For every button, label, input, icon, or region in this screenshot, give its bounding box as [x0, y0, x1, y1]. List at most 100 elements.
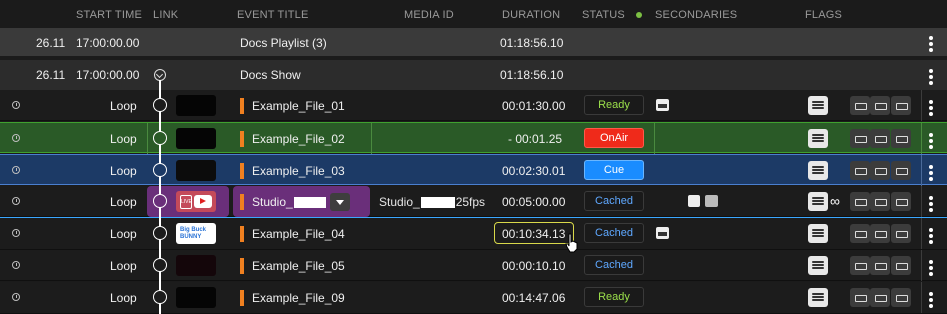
accent-bar — [240, 131, 244, 147]
timeline-node-icon — [153, 131, 167, 145]
clock-icon[interactable] — [12, 101, 20, 109]
timeline-node-icon — [153, 258, 167, 272]
divider — [921, 218, 922, 249]
more-menu-icon[interactable] — [929, 100, 933, 118]
col-link[interactable]: LINK — [153, 9, 178, 21]
no-image-flag-icon[interactable] — [891, 129, 911, 148]
repeat-flag-icon[interactable] — [870, 288, 890, 307]
item-duration: 00:00:10.10 — [502, 259, 566, 273]
playlist-flag-icon[interactable] — [808, 96, 828, 115]
more-menu-icon[interactable] — [929, 196, 933, 214]
playlist-group-row[interactable]: 26.11 17:00:00.00 Docs Playlist (3) 01:1… — [0, 28, 947, 56]
divider — [921, 90, 922, 121]
accent-bar — [240, 226, 244, 242]
clock-icon[interactable] — [12, 166, 20, 174]
playlist-flag-icon[interactable] — [808, 288, 828, 307]
item-title: Studio_ — [252, 195, 327, 209]
clock-icon[interactable] — [12, 261, 20, 269]
code-secondary-icon[interactable] — [688, 195, 700, 207]
clock-icon[interactable] — [12, 293, 20, 301]
clock-icon[interactable] — [12, 229, 20, 237]
playlist-item-row-selected[interactable]: Loop Big Buck BUNNY Example_File_04 00:1… — [0, 218, 947, 250]
divider — [921, 282, 922, 313]
more-menu-icon[interactable] — [929, 36, 933, 54]
timeline-node-icon — [153, 290, 167, 304]
item-mode: Loop — [110, 195, 137, 209]
repeat-flag-icon[interactable] — [870, 256, 890, 275]
playlist-item-row[interactable]: Loop Example_File_09 00:14:47.06 Ready — [0, 282, 947, 314]
item-duration: - 00:01.25 — [508, 132, 563, 146]
col-flags[interactable]: FLAGS — [805, 9, 842, 21]
no-image-flag-icon[interactable] — [891, 161, 911, 180]
playlist-item-row[interactable]: Loop Example_File_05 00:00:10.10 Cached — [0, 250, 947, 281]
more-menu-icon[interactable] — [929, 69, 933, 87]
item-duration: 00:14:47.06 — [502, 291, 566, 305]
repeat-flag-icon[interactable] — [870, 192, 890, 211]
loop-flag-icon[interactable] — [850, 129, 870, 148]
playlist-item-row-onair[interactable]: Loop Example_File_02 - 00:01.25 OnAir — [0, 122, 947, 154]
playlist-flag-icon[interactable] — [808, 256, 828, 275]
playlist-item-row-cue[interactable]: Loop Example_File_03 00:02:30.01 Cue — [0, 154, 947, 186]
clock-icon[interactable] — [12, 197, 20, 205]
media-id: Studio_ 25fps — [379, 195, 486, 209]
status-badge: OnAir — [584, 128, 644, 148]
group-start-time: 17:00:00.00 — [76, 36, 140, 50]
item-mode: Loop — [110, 227, 137, 241]
col-duration[interactable]: DURATION — [502, 9, 560, 21]
status-indicator-dot — [636, 12, 642, 18]
playlist-flag-icon[interactable] — [808, 161, 828, 180]
status-badge: Cached — [584, 223, 644, 243]
accent-bar — [240, 98, 244, 114]
playlist-flag-icon[interactable] — [808, 129, 828, 148]
item-duration: 00:01:30.00 — [502, 99, 566, 113]
item-duration[interactable]: 00:10:34.13 — [502, 227, 565, 241]
thumbnail: Big Buck BUNNY — [176, 223, 216, 244]
thumbnail — [176, 255, 216, 276]
status-badge: Cached — [584, 255, 644, 275]
no-image-flag-icon[interactable] — [891, 256, 911, 275]
more-menu-icon[interactable] — [929, 228, 933, 246]
divider — [921, 186, 922, 217]
timeline-node-icon — [153, 226, 167, 240]
no-image-flag-icon[interactable] — [891, 192, 911, 211]
playlist-flag-icon[interactable] — [808, 224, 828, 243]
item-duration: 00:02:30.01 — [502, 164, 566, 178]
loop-flag-icon[interactable] — [850, 224, 870, 243]
loop-flag-icon[interactable] — [850, 256, 870, 275]
col-status[interactable]: STATUS — [582, 9, 625, 21]
no-image-flag-icon[interactable] — [891, 224, 911, 243]
more-menu-icon[interactable] — [929, 133, 933, 151]
loop-flag-icon[interactable] — [850, 161, 870, 180]
divider — [921, 155, 922, 186]
timeline-node-icon — [153, 194, 167, 208]
repeat-flag-icon[interactable] — [870, 96, 890, 115]
repeat-flag-icon[interactable] — [870, 129, 890, 148]
item-mode: Loop — [110, 164, 137, 178]
playlist-flag-icon[interactable] — [808, 192, 828, 211]
playlist-item-row-live[interactable]: Loop LIVE Studio_ Studio_ 25fps 00:05:00.… — [0, 186, 947, 217]
col-event-title[interactable]: EVENT TITLE — [237, 9, 308, 21]
repeat-flag-icon[interactable] — [870, 224, 890, 243]
loop-flag-icon[interactable] — [850, 96, 870, 115]
no-image-flag-icon[interactable] — [891, 96, 911, 115]
no-image-flag-icon[interactable] — [891, 288, 911, 307]
playlist-item-row[interactable]: Loop Example_File_01 00:01:30.00 Ready — [0, 90, 947, 121]
image-secondary-icon[interactable] — [656, 99, 669, 111]
col-start-time[interactable]: START TIME — [76, 9, 142, 21]
col-media-id[interactable]: MEDIA ID — [404, 9, 454, 21]
loop-flag-icon[interactable] — [850, 288, 870, 307]
loop-flag-icon[interactable] — [850, 192, 870, 211]
infinity-icon[interactable]: ∞ — [830, 194, 840, 208]
repeat-flag-icon[interactable] — [870, 161, 890, 180]
group-duration: 01:18:56.10 — [500, 36, 564, 50]
layers-secondary-icon[interactable] — [705, 195, 718, 207]
col-secondaries[interactable]: SECONDARIES — [655, 9, 737, 21]
more-menu-icon[interactable] — [929, 292, 933, 310]
image-secondary-icon[interactable] — [656, 227, 669, 239]
item-mode: Loop — [110, 259, 137, 273]
show-group-row[interactable]: 26.11 17:00:00.00 Docs Show 01:18:56.10 — [0, 60, 947, 90]
more-menu-icon[interactable] — [929, 260, 933, 278]
more-menu-icon[interactable] — [929, 165, 933, 183]
clock-icon[interactable] — [12, 134, 20, 142]
source-dropdown-button[interactable] — [330, 193, 350, 211]
